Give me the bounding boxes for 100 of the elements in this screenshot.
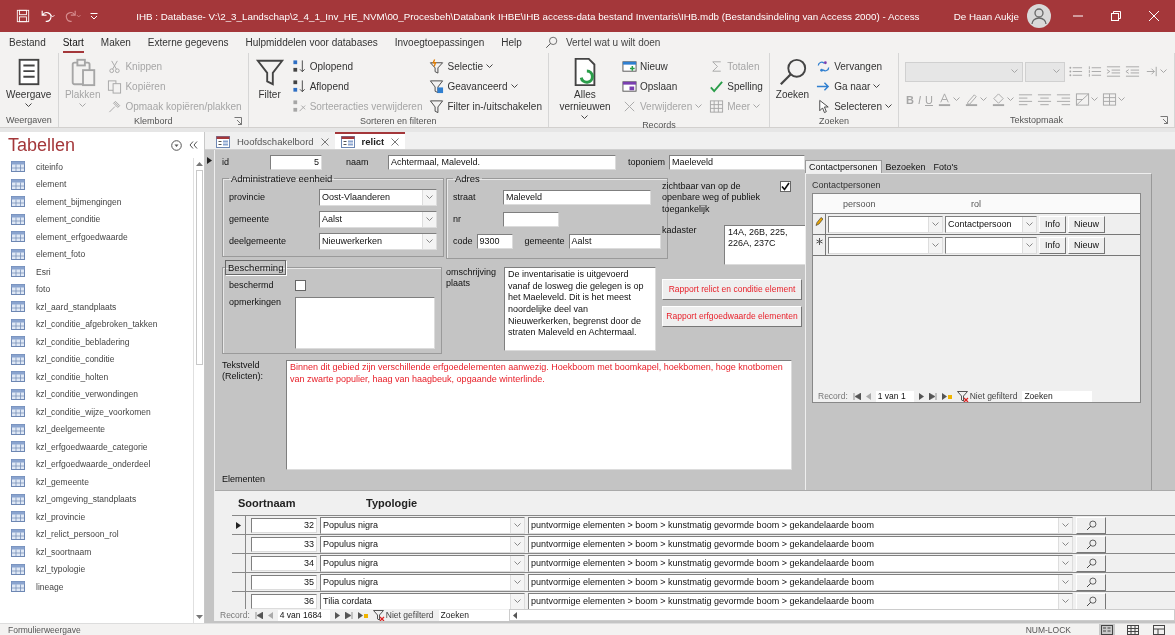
datasheet-view-button[interactable] xyxy=(1125,624,1141,635)
new-record-icon[interactable] xyxy=(941,392,952,400)
dropdown-field[interactable] xyxy=(945,236,1037,254)
menu-tab[interactable]: Maken xyxy=(100,32,131,53)
table-item[interactable]: kzl_conditie_wijze_voorkomen xyxy=(11,403,193,421)
dropdown-field[interactable] xyxy=(828,236,943,254)
table-item[interactable]: Esri xyxy=(11,263,193,281)
filter-button[interactable]: Filter xyxy=(254,57,285,101)
search-button[interactable] xyxy=(1076,554,1106,572)
row-button[interactable]: Info xyxy=(1039,236,1066,254)
menu-tab[interactable]: Hulpmiddelen voor databases xyxy=(245,32,378,53)
checkbox[interactable] xyxy=(295,279,306,291)
table-item[interactable]: kzl_erfgoedwaarde_categorie xyxy=(11,438,193,456)
menu-tab[interactable]: Start xyxy=(62,32,84,53)
table-item[interactable]: element_erfgoedwaarde xyxy=(11,228,193,246)
number-field[interactable]: 33 xyxy=(251,536,317,552)
text-field[interactable]: Maeleveld xyxy=(669,154,805,170)
select-button[interactable]: Selecteren xyxy=(816,97,892,116)
table-item[interactable]: kzl_typologie xyxy=(11,560,193,578)
report-button[interactable]: Rapport erfgoedwaarde elementen xyxy=(662,305,802,327)
new-record-icon[interactable] xyxy=(357,611,368,619)
sort-desc-button[interactable]: Aflopend xyxy=(291,77,423,96)
dropdown-field[interactable]: puntvormige elementen > boom > kunstmatig gevormde boom > gekandelaarde boom xyxy=(528,592,1073,610)
table-item[interactable]: kzl_conditie_afgebroken_takken xyxy=(11,315,193,333)
checkbox[interactable] xyxy=(780,181,791,192)
table-item[interactable]: foto xyxy=(11,280,193,298)
table-item[interactable]: element_bijmengingen xyxy=(11,193,193,211)
last-record-icon[interactable] xyxy=(344,611,353,619)
table-item[interactable]: element xyxy=(11,175,193,193)
save-icon[interactable] xyxy=(16,9,30,23)
dialog-launcher-icon[interactable] xyxy=(233,117,242,125)
search-field[interactable]: Zoeken xyxy=(438,609,509,621)
dropdown-circle-icon[interactable] xyxy=(171,140,182,151)
number-field[interactable]: 34 xyxy=(251,555,317,571)
dropdown-field[interactable] xyxy=(828,215,943,233)
table-item[interactable]: kzl_conditie_bebladering xyxy=(11,333,193,351)
dropdown-field[interactable]: Contactpersoon xyxy=(945,215,1037,233)
table-item[interactable]: element_conditie xyxy=(11,210,193,228)
scrollbar-thumb[interactable] xyxy=(195,170,203,365)
table-item[interactable]: kzl_conditie_verwondingen xyxy=(11,385,193,403)
dropdown-field[interactable]: puntvormige elementen > boom > kunstmatig gevormde boom > gekandelaarde boom xyxy=(528,535,1073,553)
text-area[interactable]: De inventarisatie is uitgevoerd vanaf de losweg die gelegen is op het Maeleveld. Dit is het meest noordelijke deel van Nieuwerkerken, begrenst door de straten Maleveld en Achtermaal. xyxy=(504,267,656,351)
table-item[interactable]: kzl_conditie_holten xyxy=(11,368,193,386)
record-position-field[interactable]: 1 van 1 xyxy=(875,390,914,402)
search-button[interactable] xyxy=(1076,592,1106,610)
table-item[interactable]: kzl_relict_persoon_rol xyxy=(11,525,193,543)
report-button[interactable]: Rapport relict en conditie element xyxy=(662,278,802,300)
text-area[interactable]: 14A, 26B, 225, 226A, 237C xyxy=(724,224,806,265)
menu-tab[interactable]: Invoegtoepassingen xyxy=(394,32,485,53)
last-record-icon[interactable] xyxy=(928,392,937,400)
new-button[interactable]: Nieuw xyxy=(621,57,703,76)
form-view-button[interactable] xyxy=(1099,624,1115,635)
document-tab[interactable]: Hoofdschakelbord xyxy=(210,132,335,149)
table-item[interactable]: kzl_gemeente xyxy=(11,473,193,491)
search-button[interactable] xyxy=(1076,535,1106,553)
redo-icon[interactable] xyxy=(64,9,82,23)
first-record-icon[interactable] xyxy=(852,392,861,400)
document-tab[interactable]: relict xyxy=(334,132,406,149)
filter-status-button[interactable]: Niet gefilterd xyxy=(372,609,434,621)
text-field[interactable]: Aalst xyxy=(568,233,661,249)
goto-button[interactable]: Ga naar xyxy=(816,77,892,96)
scroll-down-icon[interactable] xyxy=(195,615,203,620)
menu-tab[interactable]: Bestand xyxy=(9,32,46,53)
table-item[interactable]: kzl_erfgoedwaarde_onderdeel xyxy=(11,455,193,473)
search-button[interactable] xyxy=(1076,516,1106,534)
text-field[interactable]: Achtermaal, Maleveld. xyxy=(388,154,616,170)
dropdown-field[interactable]: Populus nigra xyxy=(320,535,525,553)
find-button[interactable]: Zoeken xyxy=(775,57,810,101)
dropdown-field[interactable]: Populus nigra xyxy=(320,516,525,534)
table-item[interactable]: lineage xyxy=(11,578,193,596)
dialog-launcher-icon[interactable] xyxy=(1160,116,1168,124)
text-field[interactable]: 5 xyxy=(270,154,322,170)
text-field[interactable]: Maleveld xyxy=(503,189,651,205)
menu-tab[interactable]: Help xyxy=(501,32,522,53)
table-item[interactable]: kzl_aard_standplaats xyxy=(11,298,193,316)
menu-tab[interactable]: Externe gegevens xyxy=(147,32,229,53)
customize-icon[interactable] xyxy=(90,12,98,20)
search-field[interactable]: Zoeken xyxy=(1022,390,1093,402)
row-button[interactable]: Nieuw xyxy=(1068,215,1106,233)
dropdown-field[interactable]: Tilia cordata xyxy=(320,592,525,610)
text-field[interactable] xyxy=(503,211,559,227)
next-record-icon[interactable] xyxy=(334,611,340,619)
close-icon[interactable] xyxy=(320,137,329,146)
table-item[interactable]: element_foto xyxy=(11,245,193,263)
dropdown-field[interactable]: Nieuwerkerken xyxy=(319,232,437,250)
number-field[interactable]: 36 xyxy=(251,593,317,609)
text-area[interactable]: Binnen dit gebied zijn verschillende erfgoedelementen aanwezig. Hoekboom met boomkapel, hoekbomen, hoge knotbomen van zwarte populier, haag van haagbeuk, opgaande winterlinde. xyxy=(286,360,792,470)
first-record-icon[interactable] xyxy=(254,611,263,619)
row-button[interactable]: Nieuw xyxy=(1068,236,1106,254)
close-icon[interactable] xyxy=(391,137,400,146)
previous-record-icon[interactable] xyxy=(865,392,871,400)
view-button[interactable]: Weergave xyxy=(6,57,52,108)
save-button[interactable]: Opslaan xyxy=(621,77,703,96)
table-item[interactable]: kzl_omgeving_standplaats xyxy=(11,490,193,508)
record-position-field[interactable]: 4 van 1684 xyxy=(277,609,330,621)
table-item[interactable]: kzl_conditie_conditie xyxy=(11,350,193,368)
table-item[interactable]: citeinfo xyxy=(11,158,193,176)
form-tab[interactable]: Contactpersonen xyxy=(805,160,882,173)
scroll-up-icon[interactable] xyxy=(195,161,203,166)
tell-me-field[interactable]: Vertel wat u wilt doen xyxy=(563,36,704,49)
